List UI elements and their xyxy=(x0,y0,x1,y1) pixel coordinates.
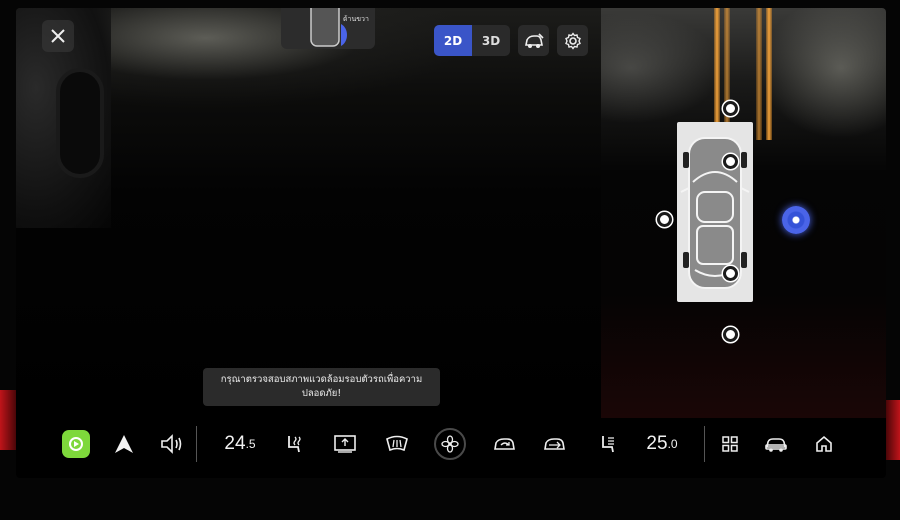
view-mode-toggle[interactable]: 2D 3D xyxy=(434,25,510,56)
sensor-rear[interactable] xyxy=(723,327,738,342)
view-2d-button[interactable]: 2D xyxy=(434,25,472,56)
sensor-right-active[interactable] xyxy=(782,206,810,234)
car-icon xyxy=(765,438,787,452)
seat-heat-button[interactable] xyxy=(282,430,306,458)
fan-button[interactable] xyxy=(432,428,468,460)
front-defrost-button[interactable] xyxy=(384,430,410,458)
guide-line-left-outer xyxy=(714,8,720,140)
sensor-rear-inner[interactable] xyxy=(723,266,738,281)
fresh-air-button[interactable] xyxy=(541,430,569,458)
car-view-button[interactable] xyxy=(518,25,549,56)
car-top-view xyxy=(677,122,753,302)
carplay-button[interactable] xyxy=(62,430,90,458)
guide-line-left-inner xyxy=(724,8,730,140)
guide-line-right-outer xyxy=(766,8,772,140)
sensor-front[interactable] xyxy=(723,101,738,116)
apps-button[interactable] xyxy=(719,430,741,458)
android-auto-button[interactable] xyxy=(112,430,136,458)
settings-icon xyxy=(564,31,581,50)
camera-feed xyxy=(16,8,601,418)
front-defrost-icon xyxy=(386,435,408,452)
home-button[interactable] xyxy=(813,430,835,458)
ambient-light-left xyxy=(0,390,16,450)
dock-separator-left xyxy=(196,426,197,462)
toast-line-2: ปลอดภัย! xyxy=(301,388,342,399)
camera-wheel xyxy=(56,68,104,178)
driver-temp-decimal: .5 xyxy=(245,437,256,451)
camera-view-thumbnail[interactable]: ด้านขวา xyxy=(281,8,375,49)
recirculation-button[interactable] xyxy=(491,430,519,458)
volume-button[interactable] xyxy=(158,430,186,458)
settings-button[interactable] xyxy=(557,25,588,56)
carplay-icon xyxy=(62,430,90,458)
vehicle-button[interactable] xyxy=(763,430,789,458)
thumbnail-label: ด้านขวา xyxy=(343,15,369,23)
driver-temp-main: 24 xyxy=(224,433,246,454)
passenger-temp-decimal: .0 xyxy=(667,437,678,451)
seat-heat-icon xyxy=(288,436,301,453)
passenger-temperature[interactable]: 25.0 xyxy=(642,430,682,458)
seat-ventilation-button[interactable] xyxy=(596,430,620,458)
dock-separator-right xyxy=(704,426,705,462)
seat-ventilation-icon xyxy=(602,436,614,453)
display-screen xyxy=(16,8,886,478)
safety-warning-toast: กรุณาตรวจสอบสภาพแวดล้อมรอบตัวรถเพื่อความ… xyxy=(203,368,440,406)
bottom-dock: 24.5 25 .0 xyxy=(16,418,886,470)
toast-line-1: กรุณาตรวจสอบสภาพแวดล้อมรอบตัวรถเพื่อความ xyxy=(220,374,423,385)
rear-defrost-icon xyxy=(334,435,356,453)
fan-icon xyxy=(434,428,466,460)
sensor-left[interactable] xyxy=(657,212,672,227)
passenger-temp-main: 25 xyxy=(646,433,668,454)
driver-temperature[interactable]: 24.5 xyxy=(220,430,260,458)
close-icon xyxy=(51,29,65,43)
car-outline-icon xyxy=(680,137,750,289)
apps-grid-icon xyxy=(722,436,738,452)
android-auto-icon xyxy=(115,435,133,453)
volume-icon xyxy=(161,434,182,454)
car-view-icon xyxy=(524,32,544,48)
view-3d-button[interactable]: 3D xyxy=(472,25,510,56)
ambient-light-right xyxy=(886,400,900,460)
guide-line-right-inner xyxy=(756,8,762,140)
home-icon xyxy=(816,435,832,452)
sensor-front-inner[interactable] xyxy=(723,154,738,169)
close-button[interactable] xyxy=(42,20,74,52)
rear-defrost-button[interactable] xyxy=(332,430,358,458)
air-recirculation-icon xyxy=(494,438,515,450)
fresh-air-icon xyxy=(544,438,565,450)
